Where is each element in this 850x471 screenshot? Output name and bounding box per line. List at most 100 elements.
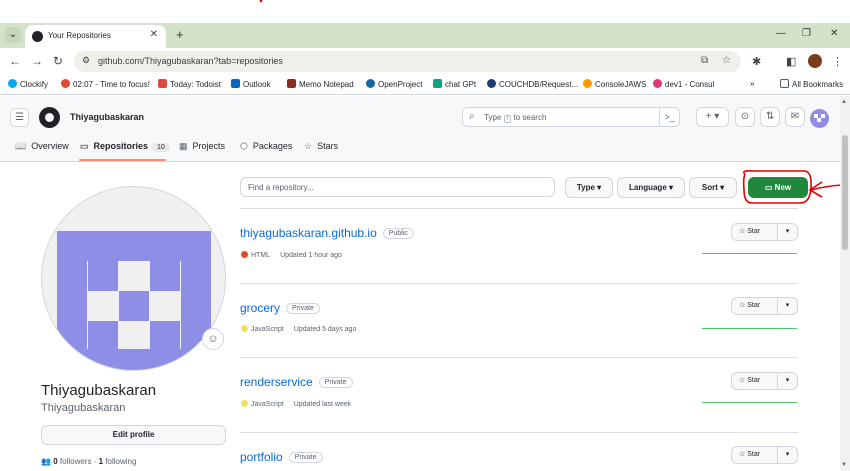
restore-icon[interactable]: ❐	[802, 28, 811, 39]
bookmark-star-icon[interactable]: ☆	[722, 55, 731, 66]
list-divider	[240, 208, 798, 209]
repo-icon: ▭	[80, 141, 89, 151]
pull-requests-icon[interactable]: ⇅	[760, 107, 780, 127]
timer-icon	[61, 79, 70, 88]
bookmark-openproject[interactable]: OpenProject	[366, 79, 422, 89]
more-bookmarks-chevron-icon[interactable]: »	[750, 79, 754, 88]
star-button[interactable]: ☆ Star ▾	[731, 297, 798, 315]
all-bookmarks[interactable]: All Bookmarks	[780, 79, 843, 89]
star-button[interactable]: ☆ Star ▾	[731, 446, 798, 464]
sort-filter-button[interactable]: Sort ▾	[689, 177, 737, 198]
star-dropdown-caret-icon[interactable]: ▾	[777, 224, 797, 240]
star-icon: ☆	[304, 141, 313, 151]
repo-name-link[interactable]: grocery Private	[240, 301, 320, 315]
inbox-icon[interactable]: ✉	[785, 107, 805, 127]
tab-packages[interactable]: ⬡ Packages	[240, 141, 292, 152]
new-repository-button[interactable]: ▭ New	[748, 177, 808, 198]
tab-search-dropdown[interactable]: ⌄	[5, 27, 21, 43]
forward-arrow-icon[interactable]: →	[31, 54, 43, 68]
new-tab-plus-icon[interactable]: +	[176, 27, 184, 42]
star-dropdown-caret-icon[interactable]: ▾	[777, 298, 797, 314]
back-arrow-icon[interactable]: ←	[9, 54, 21, 68]
star-button[interactable]: ☆ Star ▾	[731, 223, 798, 241]
context-username[interactable]: Thiyagubaskaran	[70, 112, 144, 122]
star-button[interactable]: ☆ Star ▾	[731, 372, 798, 390]
following-label[interactable]: following	[105, 457, 136, 466]
scroll-down-arrow-icon[interactable]: ▼	[841, 462, 847, 468]
language-color-dot	[241, 400, 248, 407]
repo-updated: Updated last week	[293, 401, 352, 408]
scroll-up-arrow-icon[interactable]: ▲	[841, 99, 847, 105]
edit-profile-button[interactable]: Edit profile	[41, 425, 226, 445]
url-text[interactable]: github.com/Thiyagubaskaran?tab=repositor…	[98, 56, 283, 66]
tab-overview[interactable]: 📖 Overview	[15, 141, 69, 152]
window-close-icon[interactable]: ✕	[830, 28, 838, 39]
find-repository-input[interactable]: Find a repository...	[240, 177, 555, 197]
bookmark-todoist[interactable]: Today: Todoist	[158, 79, 221, 89]
reload-icon[interactable]: ↻	[53, 54, 63, 68]
people-icon: 👥	[41, 457, 51, 466]
site-info-icon[interactable]: ⚙	[82, 55, 90, 66]
hamburger-menu-icon[interactable]: ☰	[10, 108, 29, 127]
repo-name-link[interactable]: portfolio Private	[240, 450, 323, 464]
user-avatar[interactable]	[810, 109, 829, 128]
list-divider	[240, 432, 798, 433]
tab-your-repositories[interactable]: Your Repositories ✕	[25, 25, 166, 48]
clockify-icon	[8, 79, 17, 88]
install-app-icon[interactable]: ⧉	[701, 55, 708, 66]
close-icon[interactable]: ✕	[150, 29, 158, 40]
issues-icon[interactable]: ⊙	[735, 107, 755, 127]
bookmark-clockify[interactable]: Clockify	[8, 79, 48, 89]
todoist-icon	[158, 79, 167, 88]
side-panel-icon[interactable]: ◧	[786, 55, 796, 68]
followers-label[interactable]: followers	[60, 457, 92, 466]
visibility-badge: Private	[318, 377, 353, 388]
extensions-icon[interactable]: ✱	[752, 55, 761, 68]
github-header: ☰ Thiyagubaskaran ⌕ Type / to search >_ …	[0, 96, 850, 162]
bookmark-outlook[interactable]: Outlook	[231, 79, 271, 89]
type-filter-button[interactable]: Type ▾	[565, 177, 613, 198]
star-dropdown-caret-icon[interactable]: ▾	[777, 447, 797, 463]
active-tab-underline	[79, 159, 166, 161]
activity-sparkline	[702, 402, 797, 403]
chatgpt-icon	[433, 79, 442, 88]
tab-repositories[interactable]: ▭ Repositories 10	[80, 141, 170, 152]
scrollbar-thumb[interactable]	[842, 135, 848, 250]
chrome-menu-icon[interactable]: ⋮	[832, 55, 843, 68]
repo-updated: Updated 5 days ago	[293, 326, 357, 333]
command-palette-icon[interactable]: >_	[659, 107, 679, 127]
language-filter-button[interactable]: Language ▾	[617, 177, 685, 198]
repo-updated: Updated 1 hour ago	[280, 252, 342, 259]
language-color-dot	[241, 251, 248, 258]
tab-projects[interactable]: ▦ Projects	[179, 141, 225, 152]
star-dropdown-caret-icon[interactable]: ▾	[777, 373, 797, 389]
repo-name-link[interactable]: renderservice Private	[240, 375, 353, 389]
bookmark-chatgpt[interactable]: chat GPt	[433, 79, 476, 89]
create-new-plus-icon[interactable]: + ▾	[696, 107, 729, 127]
profile-avatar[interactable]	[41, 186, 226, 371]
repo-name-link[interactable]: thiyagubaskaran.github.io Public	[240, 226, 414, 240]
bookmark-memo-notepad[interactable]: Memo Notepad	[287, 79, 354, 89]
bookmark-consolejaws[interactable]: ConsoleJAWS	[583, 79, 646, 89]
bookmark-dev1-consul[interactable]: dev1 - Consul	[653, 79, 714, 89]
notepad-icon	[287, 79, 296, 88]
outlook-icon	[231, 79, 240, 88]
profile-name: Thiyagubaskaran	[41, 382, 157, 399]
set-status-smiley-icon[interactable]: ☺	[202, 328, 224, 350]
global-search-input[interactable]: ⌕ Type / to search >_	[462, 107, 680, 127]
folder-icon	[780, 79, 789, 88]
following-count[interactable]: 1	[99, 457, 103, 466]
activity-sparkline	[702, 253, 797, 254]
minimize-icon[interactable]: —	[776, 28, 786, 39]
bookmark-time-to-focus[interactable]: 02:07 - Time to focus!	[61, 79, 150, 89]
repo-language: HTML	[251, 252, 271, 259]
tab-stars[interactable]: ☆ Stars	[304, 141, 338, 152]
chrome-profile-avatar[interactable]	[808, 54, 822, 68]
book-icon: 📖	[15, 141, 27, 151]
address-bar[interactable]: ⚙ github.com/Thiyagubaskaran?tab=reposit…	[74, 51, 741, 72]
github-logo-icon[interactable]	[39, 107, 60, 128]
followers-count[interactable]: 0	[53, 457, 57, 466]
list-divider	[240, 357, 798, 358]
bookmark-couchdb[interactable]: COUCHDB/Request...	[487, 79, 578, 89]
browser-toolbar: ← → ↻ ⚙ github.com/Thiyagubaskaran?tab=r…	[0, 48, 850, 75]
